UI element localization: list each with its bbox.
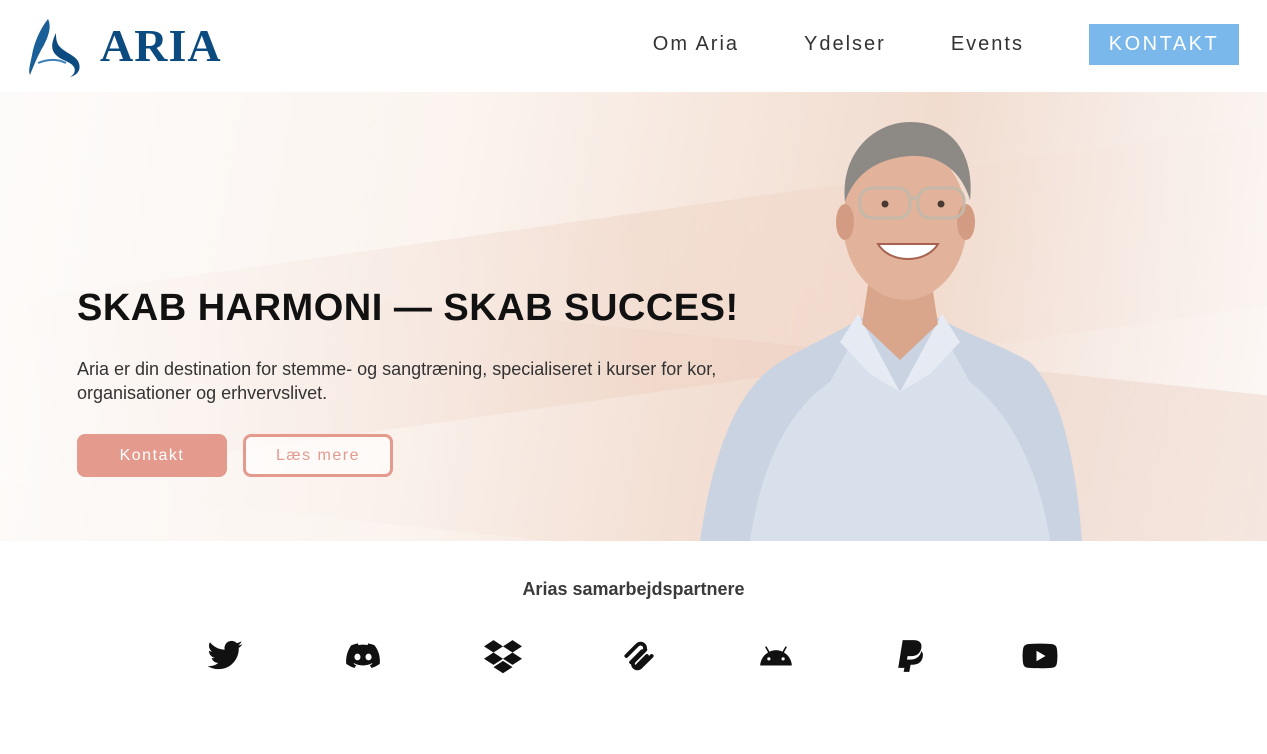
hero-title: SKAB HARMONI — SKAB SUCCES!: [77, 287, 739, 329]
site-header: ARIA Om Aria Ydelser Events KONTAKT: [0, 0, 1267, 92]
paypal-icon[interactable]: [889, 636, 929, 676]
partners-row: [205, 636, 1065, 676]
hero-description: Aria er din destination for stemme- og s…: [77, 359, 717, 403]
nav-link-om-aria[interactable]: Om Aria: [653, 33, 739, 56]
twitter-icon[interactable]: [205, 636, 245, 676]
aria-logo[interactable]: ARIA: [26, 14, 236, 78]
youtube-icon[interactable]: [1020, 636, 1060, 676]
hero-section: SKAB HARMONI — SKAB SUCCES! Aria er din …: [0, 92, 1267, 541]
discord-icon[interactable]: [343, 636, 383, 676]
nav-link-ydelser[interactable]: Ydelser: [804, 33, 886, 56]
android-icon[interactable]: [756, 636, 796, 676]
hero-portrait-image: [700, 122, 1082, 541]
dropbox-icon[interactable]: [483, 636, 523, 676]
nav-link-events[interactable]: Events: [951, 33, 1024, 56]
kontakt-nav-button[interactable]: KONTAKT: [1089, 24, 1239, 65]
logo-text: ARIA: [100, 20, 222, 71]
aria-logo-mark-icon: [29, 19, 80, 77]
laes-mere-button[interactable]: Læs mere: [243, 434, 393, 477]
main-nav: Om Aria Ydelser Events KONTAKT: [653, 24, 1239, 65]
partners-title: Arias samarbejdspartnere: [522, 579, 745, 599]
squarespace-icon[interactable]: [619, 636, 659, 676]
kontakt-button[interactable]: Kontakt: [77, 434, 227, 477]
